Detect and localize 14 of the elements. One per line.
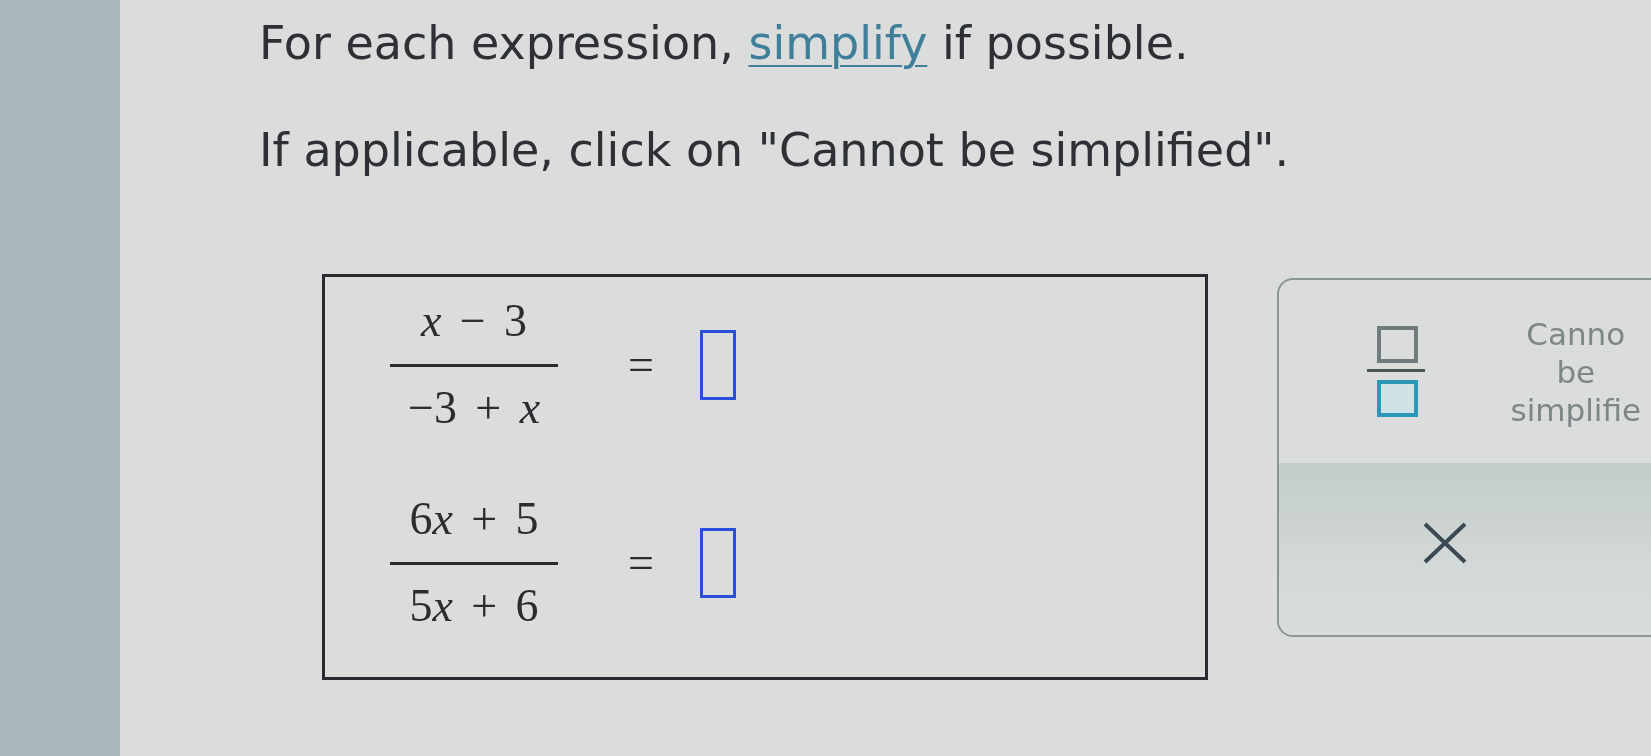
denominator: −3 + x	[407, 385, 541, 431]
numerator: x − 3	[420, 298, 528, 344]
equals-sign: =	[628, 341, 654, 388]
answer-box[interactable]	[699, 329, 736, 400]
numerator: 6x + 5	[409, 496, 539, 542]
equals-sign: =	[628, 539, 654, 586]
cannot-simplify-button[interactable]: Canno be simplifie	[1504, 310, 1647, 433]
denominator: 5x + 6	[409, 583, 539, 629]
fraction-icon	[1367, 325, 1425, 418]
close-icon	[1423, 522, 1467, 564]
answer-box[interactable]	[699, 527, 736, 598]
instruction-text: If applicable, click on "Cannot be simplified".	[259, 124, 1291, 177]
keyword-link[interactable]: simplify	[748, 16, 928, 70]
instruction-text: For each expression, simplify if possible.	[259, 17, 1190, 70]
